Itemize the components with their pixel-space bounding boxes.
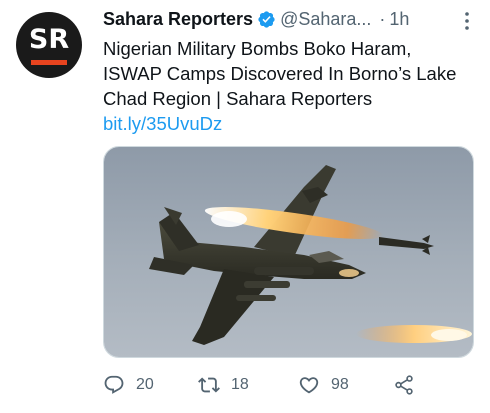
tweet-text: Nigerian Military Bombs Boko Haram, ISWA… [103,36,473,136]
tweet-image[interactable] [103,146,474,358]
user-handle[interactable]: @Sahara... [280,9,371,30]
avatar-logo-bar [31,60,67,65]
tweet-actions: 20 18 98 [103,370,474,400]
tweet[interactable]: SR Sahara Reporters @Sahara... · 1h Nige… [0,0,490,413]
tweet-link[interactable]: bit.ly/35UvuDz [103,111,473,136]
heart-icon [299,377,319,394]
tweet-content: Sahara Reporters @Sahara... · 1h Nigeria… [103,6,476,136]
tweet-header: Sahara Reporters @Sahara... · 1h [103,6,476,32]
avatar[interactable]: SR [16,12,82,78]
like-count: 98 [331,376,349,393]
tweet-body: Nigerian Military Bombs Boko Haram, ISWA… [103,38,457,109]
timestamp[interactable]: 1h [389,9,409,30]
retweet-count: 18 [231,376,249,393]
reply-button[interactable]: 20 [103,370,154,400]
more-vertical-icon[interactable] [458,10,476,32]
reply-icon [104,375,124,394]
reply-count: 20 [136,376,154,393]
fighter-jet-photo [104,147,473,357]
avatar-logo-text: SR [28,24,70,55]
share-button[interactable] [393,370,415,400]
separator-dot: · [379,8,386,29]
display-name[interactable]: Sahara Reporters [103,9,253,30]
share-icon [395,375,413,395]
retweet-button[interactable]: 18 [198,370,249,400]
like-button[interactable]: 98 [298,370,349,400]
retweet-icon [198,377,220,393]
verified-badge-icon [257,10,276,29]
